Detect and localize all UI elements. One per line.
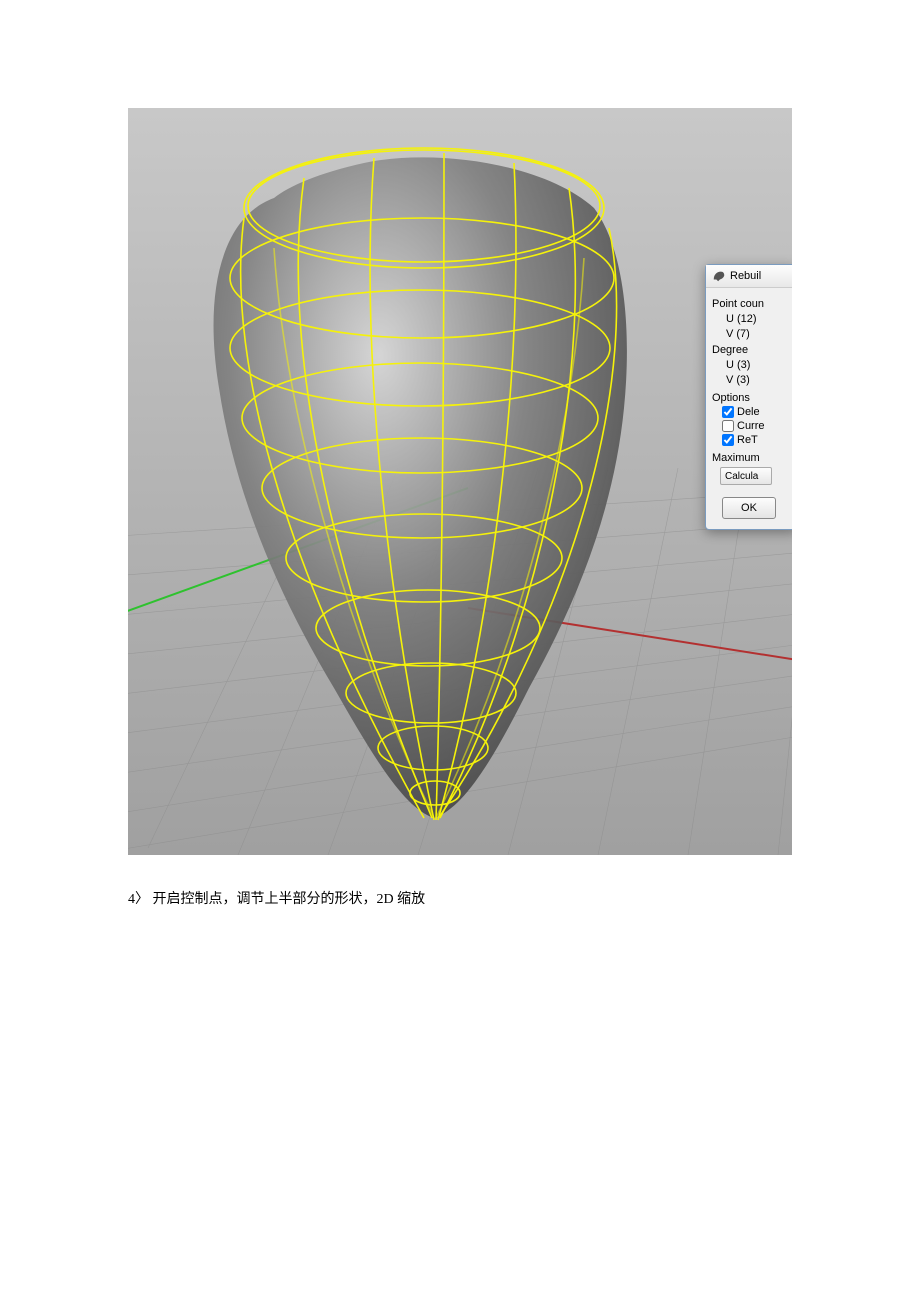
option-delete-checkbox[interactable]	[722, 406, 734, 418]
option-delete-label: Dele	[737, 406, 760, 418]
degree-label: Degree	[712, 344, 790, 356]
option-current[interactable]: Curre	[712, 420, 790, 432]
rebuild-dialog: Rebuil Point coun U (12) V (7) Degree U …	[705, 264, 792, 530]
option-retrim[interactable]: ReT	[712, 434, 790, 446]
caption-text: 4〉 开启控制点，调节上半部分的形状，2D 缩放	[128, 892, 425, 907]
v-degree[interactable]: V (3)	[712, 374, 790, 386]
option-retrim-label: ReT	[737, 434, 758, 446]
option-current-checkbox[interactable]	[722, 420, 734, 432]
point-count-label: Point coun	[712, 298, 790, 310]
option-delete[interactable]: Dele	[712, 406, 790, 418]
calculate-button[interactable]: Calcula	[720, 467, 772, 485]
ok-button[interactable]: OK	[722, 497, 776, 519]
v-point-count[interactable]: V (7)	[712, 328, 790, 340]
dialog-titlebar[interactable]: Rebuil	[706, 265, 792, 288]
u-point-count[interactable]: U (12)	[712, 313, 790, 325]
options-label: Options	[712, 392, 790, 404]
viewport-3d[interactable]: Rebuil Point coun U (12) V (7) Degree U …	[128, 108, 792, 855]
maximum-label: Maximum	[712, 452, 790, 464]
u-degree[interactable]: U (3)	[712, 359, 790, 371]
figure-caption: 4〉 开启控制点，调节上半部分的形状，2D 缩放	[128, 888, 425, 908]
dialog-title-text: Rebuil	[730, 270, 761, 282]
option-retrim-checkbox[interactable]	[722, 434, 734, 446]
screenshot-region: Rebuil Point coun U (12) V (7) Degree U …	[128, 108, 792, 855]
model-wireframe-vase[interactable]	[128, 108, 684, 855]
option-current-label: Curre	[737, 420, 765, 432]
rhino-icon	[712, 269, 726, 283]
